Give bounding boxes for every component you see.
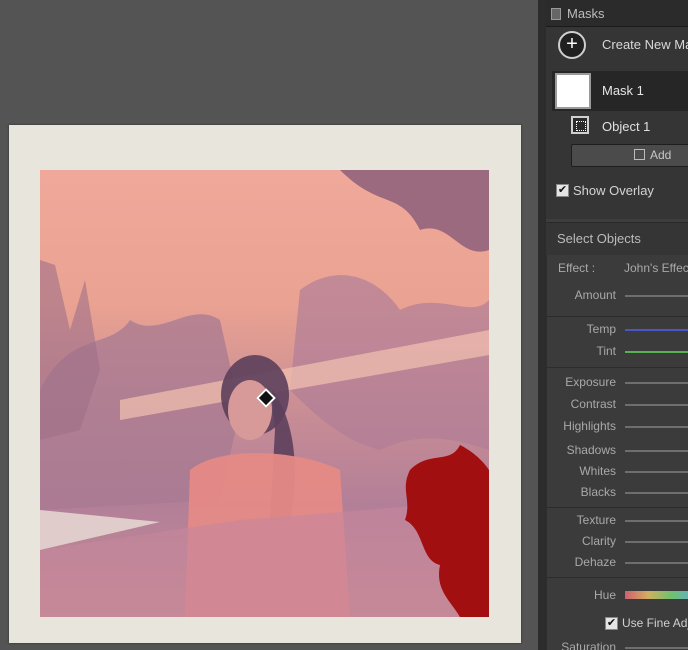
select-object-icon [571,116,589,134]
temp-slider[interactable] [625,329,688,331]
adjustments-panel: Effect : John's Effects Amount Temp Tint… [546,255,688,650]
blacks-label: Blacks [580,485,616,499]
amount-slider[interactable] [625,295,688,297]
highlights-slider[interactable] [625,426,688,428]
exposure-label: Exposure [565,375,616,389]
saturation-label: Saturation [561,640,616,650]
use-fine-adjustment-checkbox[interactable]: ✔ [605,617,618,630]
highlights-label: Highlights [563,419,616,433]
masks-panel: Masks + Create New Mask Mask 1 Object 1 … [546,0,688,650]
create-new-mask-button[interactable]: + [558,31,586,59]
clarity-label: Clarity [581,534,616,548]
saturation-slider[interactable] [625,647,688,649]
hue-slider[interactable] [625,591,688,599]
divider [547,316,688,317]
amount-label: Amount [574,288,616,302]
dehaze-slider[interactable] [625,562,688,564]
mask-item-mask-1[interactable]: Mask 1 [552,71,688,111]
temp-label: Temp [586,322,616,336]
whites-slider[interactable] [625,471,688,473]
tint-slider[interactable] [625,351,688,353]
show-overlay-label[interactable]: Show Overlay [573,183,654,198]
divider [547,367,688,368]
masks-panel-title: Masks [567,6,605,21]
shadows-slider[interactable] [625,450,688,452]
texture-slider[interactable] [625,520,688,522]
divider [547,577,688,578]
contrast-label: Contrast [570,397,616,411]
mask-component-object-1[interactable]: Object 1 [552,113,688,141]
divider [547,507,688,508]
select-objects-header[interactable]: Select Objects [546,222,688,255]
dehaze-label: Dehaze [574,555,616,569]
blacks-slider[interactable] [625,492,688,494]
masks-panel-header[interactable]: Masks [546,0,688,27]
texture-label: Texture [576,513,616,527]
shadows-label: Shadows [566,443,616,457]
exposure-slider[interactable] [625,382,688,384]
use-fine-adjustment-label[interactable]: Use Fine Adjustment [622,616,688,630]
add-label: Add [650,148,672,162]
clarity-slider[interactable] [625,541,688,543]
mask-thumbnail[interactable] [555,73,591,109]
add-shape-icon [634,149,645,160]
contrast-slider[interactable] [625,404,688,406]
add-button[interactable]: Add [571,144,688,167]
show-overlay-checkbox[interactable]: ✔ [556,184,569,197]
whites-label: Whites [579,464,616,478]
photo-canvas[interactable] [0,0,538,650]
photo-border [9,125,521,643]
hue-label: Hue [593,588,616,602]
effect-preset-dropdown[interactable]: John's Effects [624,261,688,275]
object-name: Object 1 [602,119,651,134]
select-objects-title: Select Objects [557,231,641,246]
create-new-mask-label[interactable]: Create New Mask [602,37,688,52]
effect-label: Effect : [558,261,596,275]
tint-label: Tint [596,344,616,358]
mask-name: Mask 1 [602,83,644,98]
panel-collapse-icon[interactable] [551,8,561,20]
panel-divider[interactable] [538,0,546,650]
